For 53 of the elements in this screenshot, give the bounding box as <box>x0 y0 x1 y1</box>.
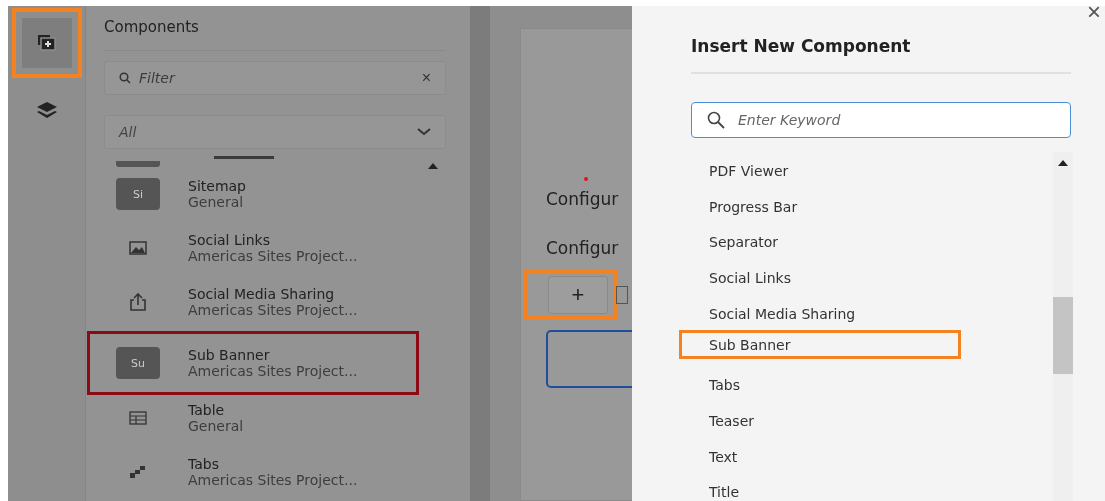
chevron-down-icon <box>417 128 431 136</box>
component-option[interactable]: Text <box>679 437 961 474</box>
section-heading: Configur <box>546 238 619 258</box>
image-icon <box>129 241 147 255</box>
keyword-search-field[interactable]: Enter Keyword <box>691 102 1071 138</box>
scroll-up-icon[interactable] <box>1058 160 1068 166</box>
add-component-icon <box>37 35 56 51</box>
component-option[interactable]: Separator <box>679 223 961 260</box>
component-name: Tabs <box>188 456 220 472</box>
panel-title: Components <box>104 18 200 36</box>
component-option[interactable]: Social Media Sharing <box>679 294 961 331</box>
share-icon <box>129 293 147 311</box>
dialog-title: Insert New Component <box>691 36 912 56</box>
component-option[interactable]: Teaser <box>679 401 961 438</box>
scroll-thumb[interactable] <box>1053 297 1073 374</box>
component-group: Americas Sites Project... <box>188 472 358 488</box>
component-name: Sub Banner <box>188 347 271 363</box>
component-name: Table <box>188 402 226 418</box>
table-icon <box>129 411 147 425</box>
close-button[interactable]: × <box>1087 6 1101 24</box>
component-group: General <box>188 418 244 434</box>
component-item[interactable]: Social Media Sharing Americas Sites Project... <box>87 275 419 329</box>
section-heading: Configur <box>546 189 619 209</box>
clear-button[interactable]: × <box>421 69 431 87</box>
search-icon <box>707 111 725 129</box>
add-button[interactable]: + <box>548 276 608 314</box>
component-item[interactable]: Si Sitemap General <box>87 167 419 221</box>
component-option[interactable]: Social Links <box>679 259 961 295</box>
scrollbar[interactable] <box>1053 152 1073 501</box>
component-name: Sitemap <box>188 178 246 194</box>
component-option[interactable]: PDF Viewer <box>679 152 961 188</box>
component-item[interactable]: Tabs Americas Sites Project... <box>87 445 419 499</box>
component-item[interactable]: Su Sub Banner Americas Sites Project... <box>87 331 419 395</box>
tabs-icon <box>130 466 146 478</box>
component-name: Social Links <box>188 232 271 248</box>
component-group: Americas Sites Project... <box>188 248 358 264</box>
component-name: Social Media Sharing <box>188 286 336 302</box>
component-option[interactable]: Tabs <box>679 366 961 402</box>
component-badge: Si <box>116 178 160 210</box>
component-item[interactable]: Social Links Americas Sites Project... <box>87 221 419 275</box>
component-option[interactable]: Sub Banner <box>679 330 961 360</box>
component-badge: Su <box>116 347 160 379</box>
add-component-button[interactable] <box>11 8 82 78</box>
component-option[interactable]: Progress Bar <box>679 187 961 224</box>
filter-field[interactable]: Filter × <box>104 61 446 95</box>
document-icon[interactable] <box>616 286 628 304</box>
component-option[interactable]: Title <box>679 473 961 501</box>
component-group: General <box>188 194 246 210</box>
search-icon <box>119 72 131 84</box>
layers-icon <box>36 102 57 118</box>
required-dot-icon <box>584 177 588 181</box>
component-group: Americas Sites Project... <box>188 302 358 318</box>
component-group: Americas Sites Project... <box>188 363 358 379</box>
